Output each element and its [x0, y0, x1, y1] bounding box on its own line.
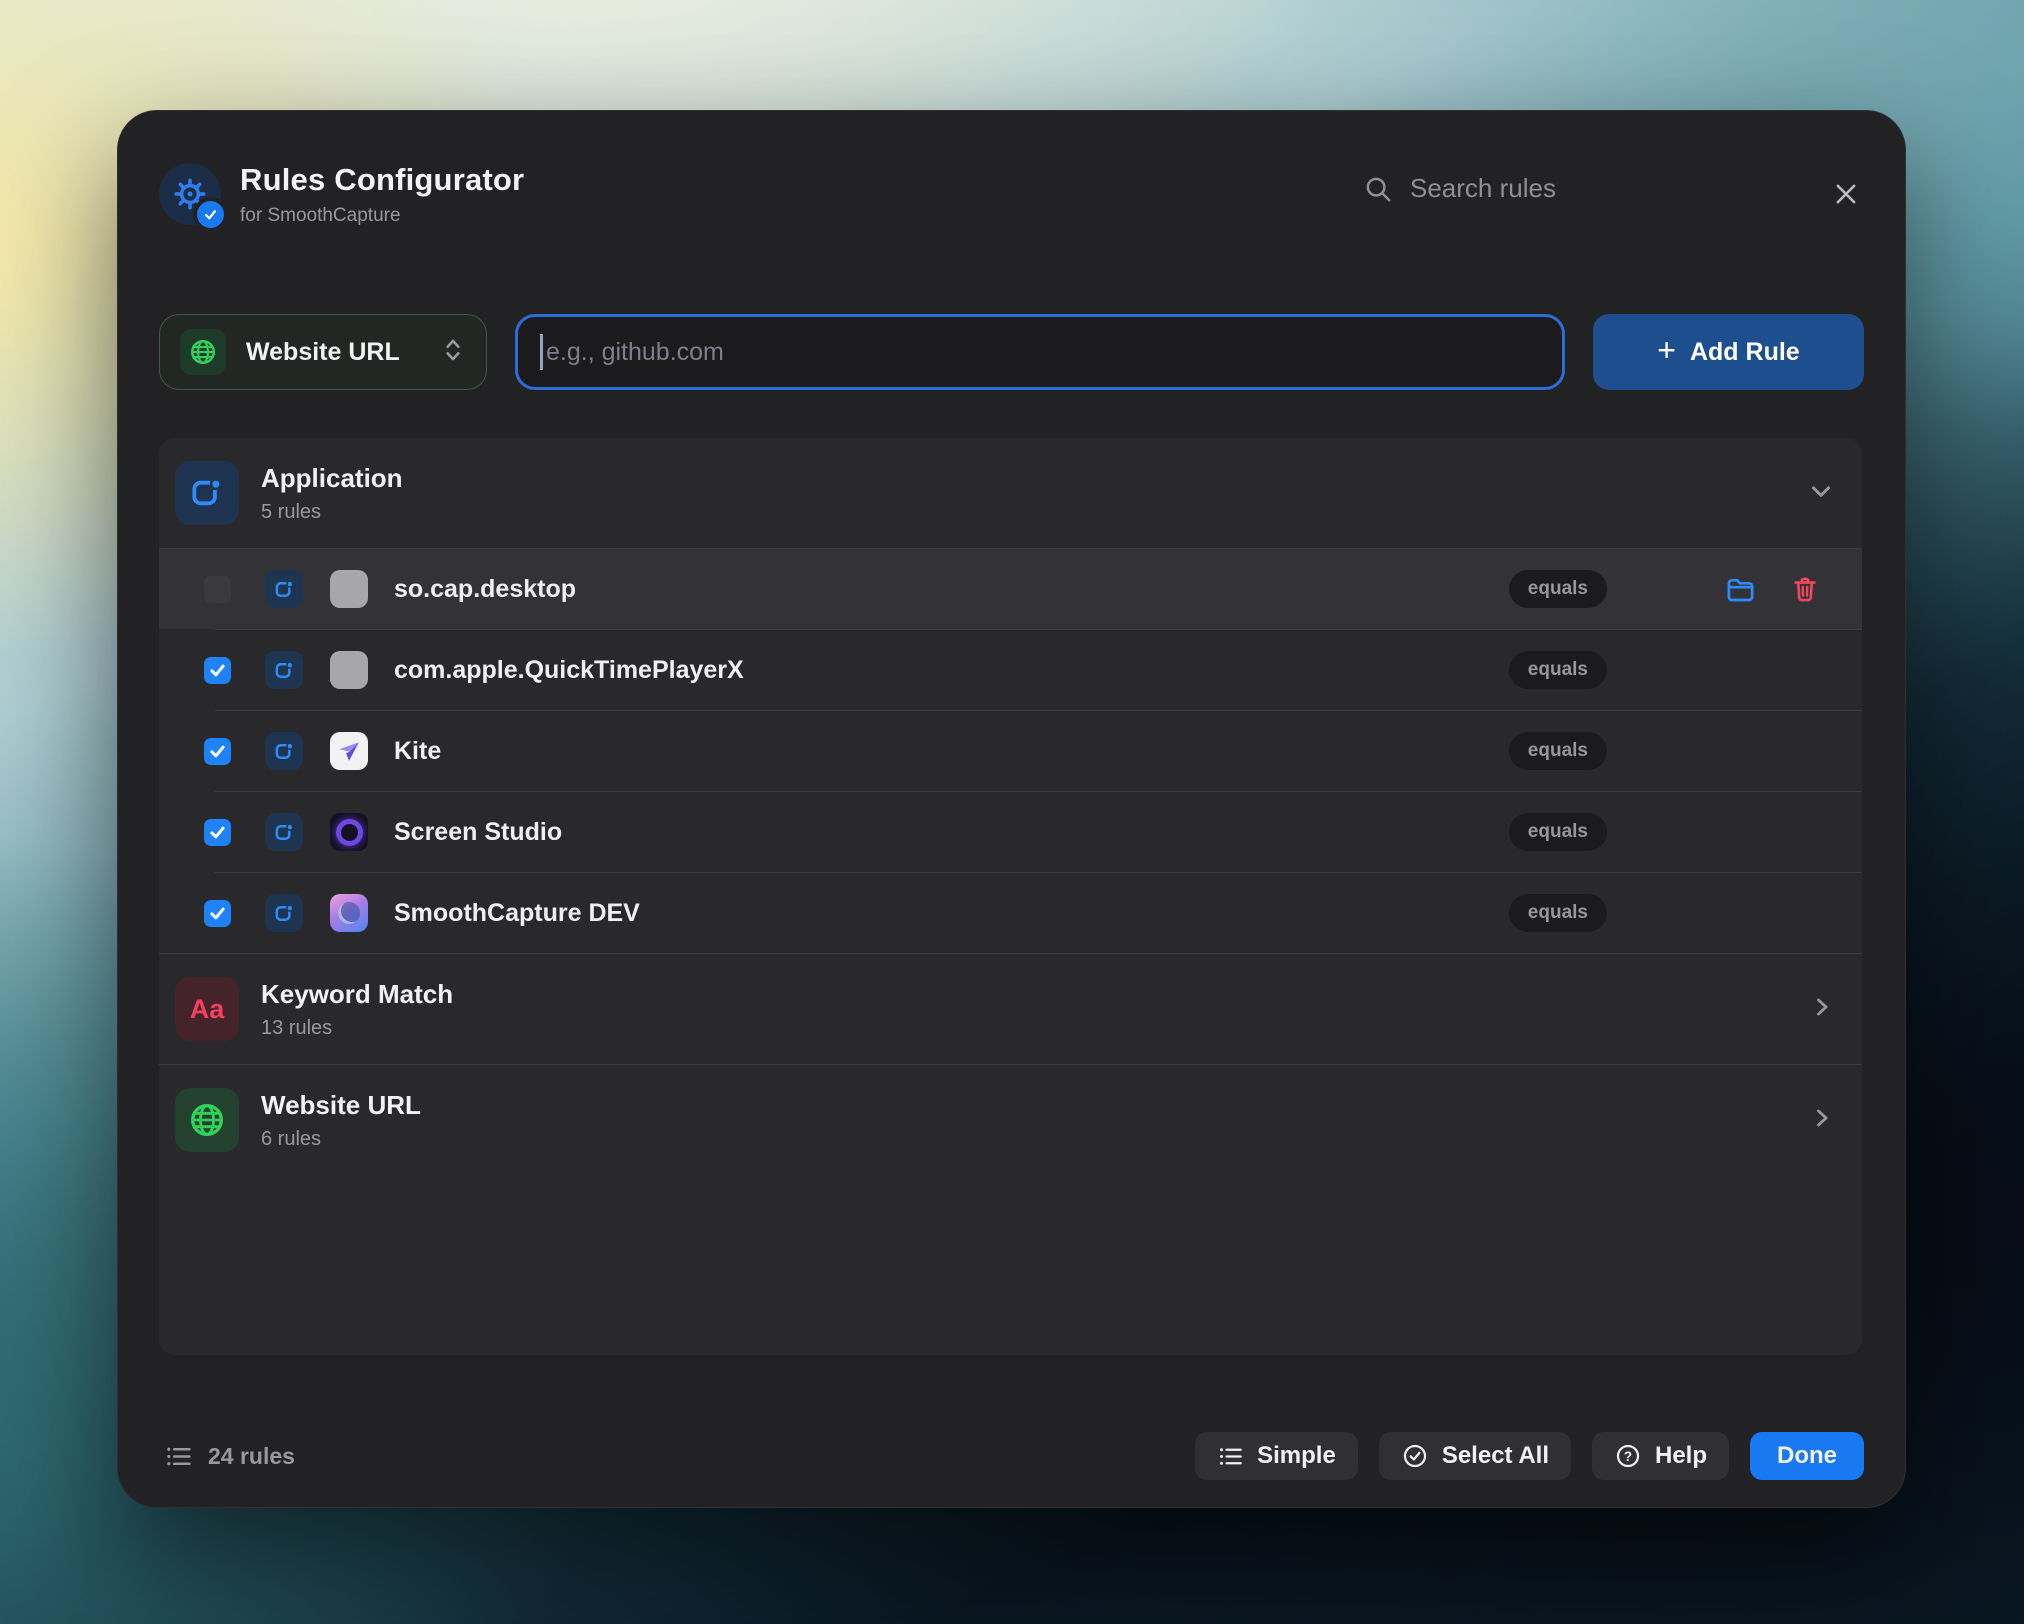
list-icon [167, 1447, 191, 1465]
plus-icon: + [1657, 331, 1676, 368]
row-actions [1607, 574, 1862, 605]
select-all-label: Select All [1441, 1442, 1549, 1469]
rule-builder-toolbar: Website URL e.g., github.com + Add Rule [159, 314, 1864, 390]
group-rule-count: 6 rules [261, 1127, 322, 1150]
rule-checkbox[interactable] [204, 575, 231, 603]
operator-badge: equals [1508, 813, 1607, 851]
total-rules-label: 24 rules [208, 1442, 295, 1469]
group-header-keyword-match[interactable]: Aa Keyword Match 13 rules [159, 954, 1862, 1064]
operator-badge: equals [1508, 732, 1607, 770]
total-rules-count: 24 rules [164, 1442, 295, 1471]
application-type-icon [265, 570, 303, 608]
group-title: Website URL [261, 1089, 421, 1120]
checkmark-icon [210, 664, 225, 676]
app-icon-placeholder [330, 651, 368, 689]
operator-badge: equals [1508, 894, 1607, 932]
question-circle-icon: ? [1616, 1444, 1640, 1468]
checkmark-icon [210, 745, 225, 757]
group-header-application[interactable]: Application 5 rules [159, 438, 1862, 548]
app-icon-smoothcapture-dev [330, 894, 368, 932]
checkmark-icon [210, 826, 225, 838]
window-header: Rules Configurator for SmoothCapture Sea… [159, 158, 1861, 230]
rule-label: SmoothCapture DEV [394, 898, 640, 927]
check-circle-icon [1403, 1444, 1426, 1468]
text-caret [540, 334, 543, 370]
group-header-website-url[interactable]: Website URL 6 rules [159, 1065, 1862, 1175]
rule-checkbox[interactable] [204, 818, 231, 846]
rule-row-screen-studio[interactable]: Screen Studio equals [159, 792, 1862, 872]
rule-row-quicktime[interactable]: com.apple.QuickTimePlayerX equals [159, 630, 1862, 710]
chevron-right-icon [1808, 1104, 1836, 1137]
group-rule-count: 5 rules [261, 500, 322, 523]
application-type-icon [265, 813, 303, 851]
search-placeholder: Search rules [1410, 173, 1556, 203]
simple-label: Simple [1257, 1442, 1336, 1469]
rule-label: Screen Studio [394, 817, 563, 846]
close-button[interactable] [1831, 179, 1861, 209]
folder-icon [1727, 578, 1754, 601]
rule-label: Kite [394, 736, 442, 765]
app-icon-kite [330, 732, 368, 770]
chevron-updown-icon [440, 335, 466, 370]
svg-text:?: ? [1624, 1449, 1632, 1464]
rules-configurator-window: Rules Configurator for SmoothCapture Sea… [117, 110, 1906, 1508]
rule-label: com.apple.QuickTimePlayerX [394, 655, 744, 684]
rule-type-selector[interactable]: Website URL [159, 314, 487, 390]
app-icon-screen-studio [330, 813, 368, 851]
website-url-group-icon [175, 1088, 239, 1152]
checkmark-icon [210, 907, 225, 919]
rule-value-input[interactable]: e.g., github.com [515, 314, 1565, 390]
select-all-button[interactable]: Select All [1378, 1432, 1571, 1480]
chevron-down-icon [1806, 476, 1836, 511]
rule-type-selected-value: Website URL [246, 337, 400, 366]
reveal-in-folder-button[interactable] [1725, 574, 1756, 605]
rule-checkbox[interactable] [204, 899, 231, 927]
help-label: Help [1654, 1442, 1707, 1469]
rule-row-smoothcapture-dev[interactable]: SmoothCapture DEV equals [159, 873, 1862, 953]
desktop-wallpaper: Rules Configurator for SmoothCapture Sea… [0, 0, 2024, 1624]
search-rules-field[interactable]: Search rules [1363, 173, 1556, 204]
simple-view-button[interactable]: Simple [1195, 1432, 1358, 1480]
group-title: Keyword Match [261, 978, 454, 1009]
help-button[interactable]: ? Help [1591, 1432, 1729, 1480]
aa-glyph: Aa [189, 993, 225, 1024]
check-badge-icon [197, 201, 224, 228]
done-label: Done [1777, 1442, 1837, 1469]
page-title: Rules Configurator [240, 161, 525, 197]
search-icon [1366, 177, 1391, 201]
rule-checkbox[interactable] [204, 737, 231, 765]
rules-list: Application 5 rules so.cap.desktop equal… [159, 438, 1862, 1355]
application-type-icon [265, 651, 303, 689]
group-rule-count: 13 rules [261, 1016, 333, 1039]
app-icon-placeholder [330, 570, 368, 608]
close-icon [1836, 184, 1856, 204]
rule-value-placeholder: e.g., github.com [546, 337, 724, 366]
rule-row-kite[interactable]: Kite equals [159, 711, 1862, 791]
application-type-icon [265, 894, 303, 932]
globe-icon [180, 329, 226, 375]
trash-icon [1794, 577, 1816, 602]
rule-row-so-cap-desktop[interactable]: so.cap.desktop equals [159, 549, 1862, 629]
operator-badge: equals [1508, 570, 1607, 608]
window-footer: 24 rules Simple Select All ? Help Done [159, 1432, 1864, 1480]
page-subtitle: for SmoothCapture [240, 204, 401, 226]
rule-label: so.cap.desktop [394, 574, 576, 603]
done-button[interactable]: Done [1750, 1432, 1864, 1480]
list-icon [1220, 1447, 1242, 1465]
keyword-match-group-icon: Aa [175, 977, 239, 1041]
operator-badge: equals [1508, 651, 1607, 689]
add-rule-button[interactable]: + Add Rule [1593, 314, 1864, 390]
rule-checkbox[interactable] [204, 656, 231, 684]
add-rule-label: Add Rule [1689, 337, 1800, 366]
window-titles: Rules Configurator for SmoothCapture [240, 162, 524, 227]
application-group-icon [175, 461, 239, 525]
application-type-icon [265, 732, 303, 770]
app-logo [159, 163, 224, 228]
footer-buttons: Simple Select All ? Help Done [1195, 1432, 1864, 1480]
delete-rule-button[interactable] [1790, 574, 1820, 604]
group-title: Application [261, 462, 403, 493]
chevron-right-icon [1808, 993, 1836, 1026]
